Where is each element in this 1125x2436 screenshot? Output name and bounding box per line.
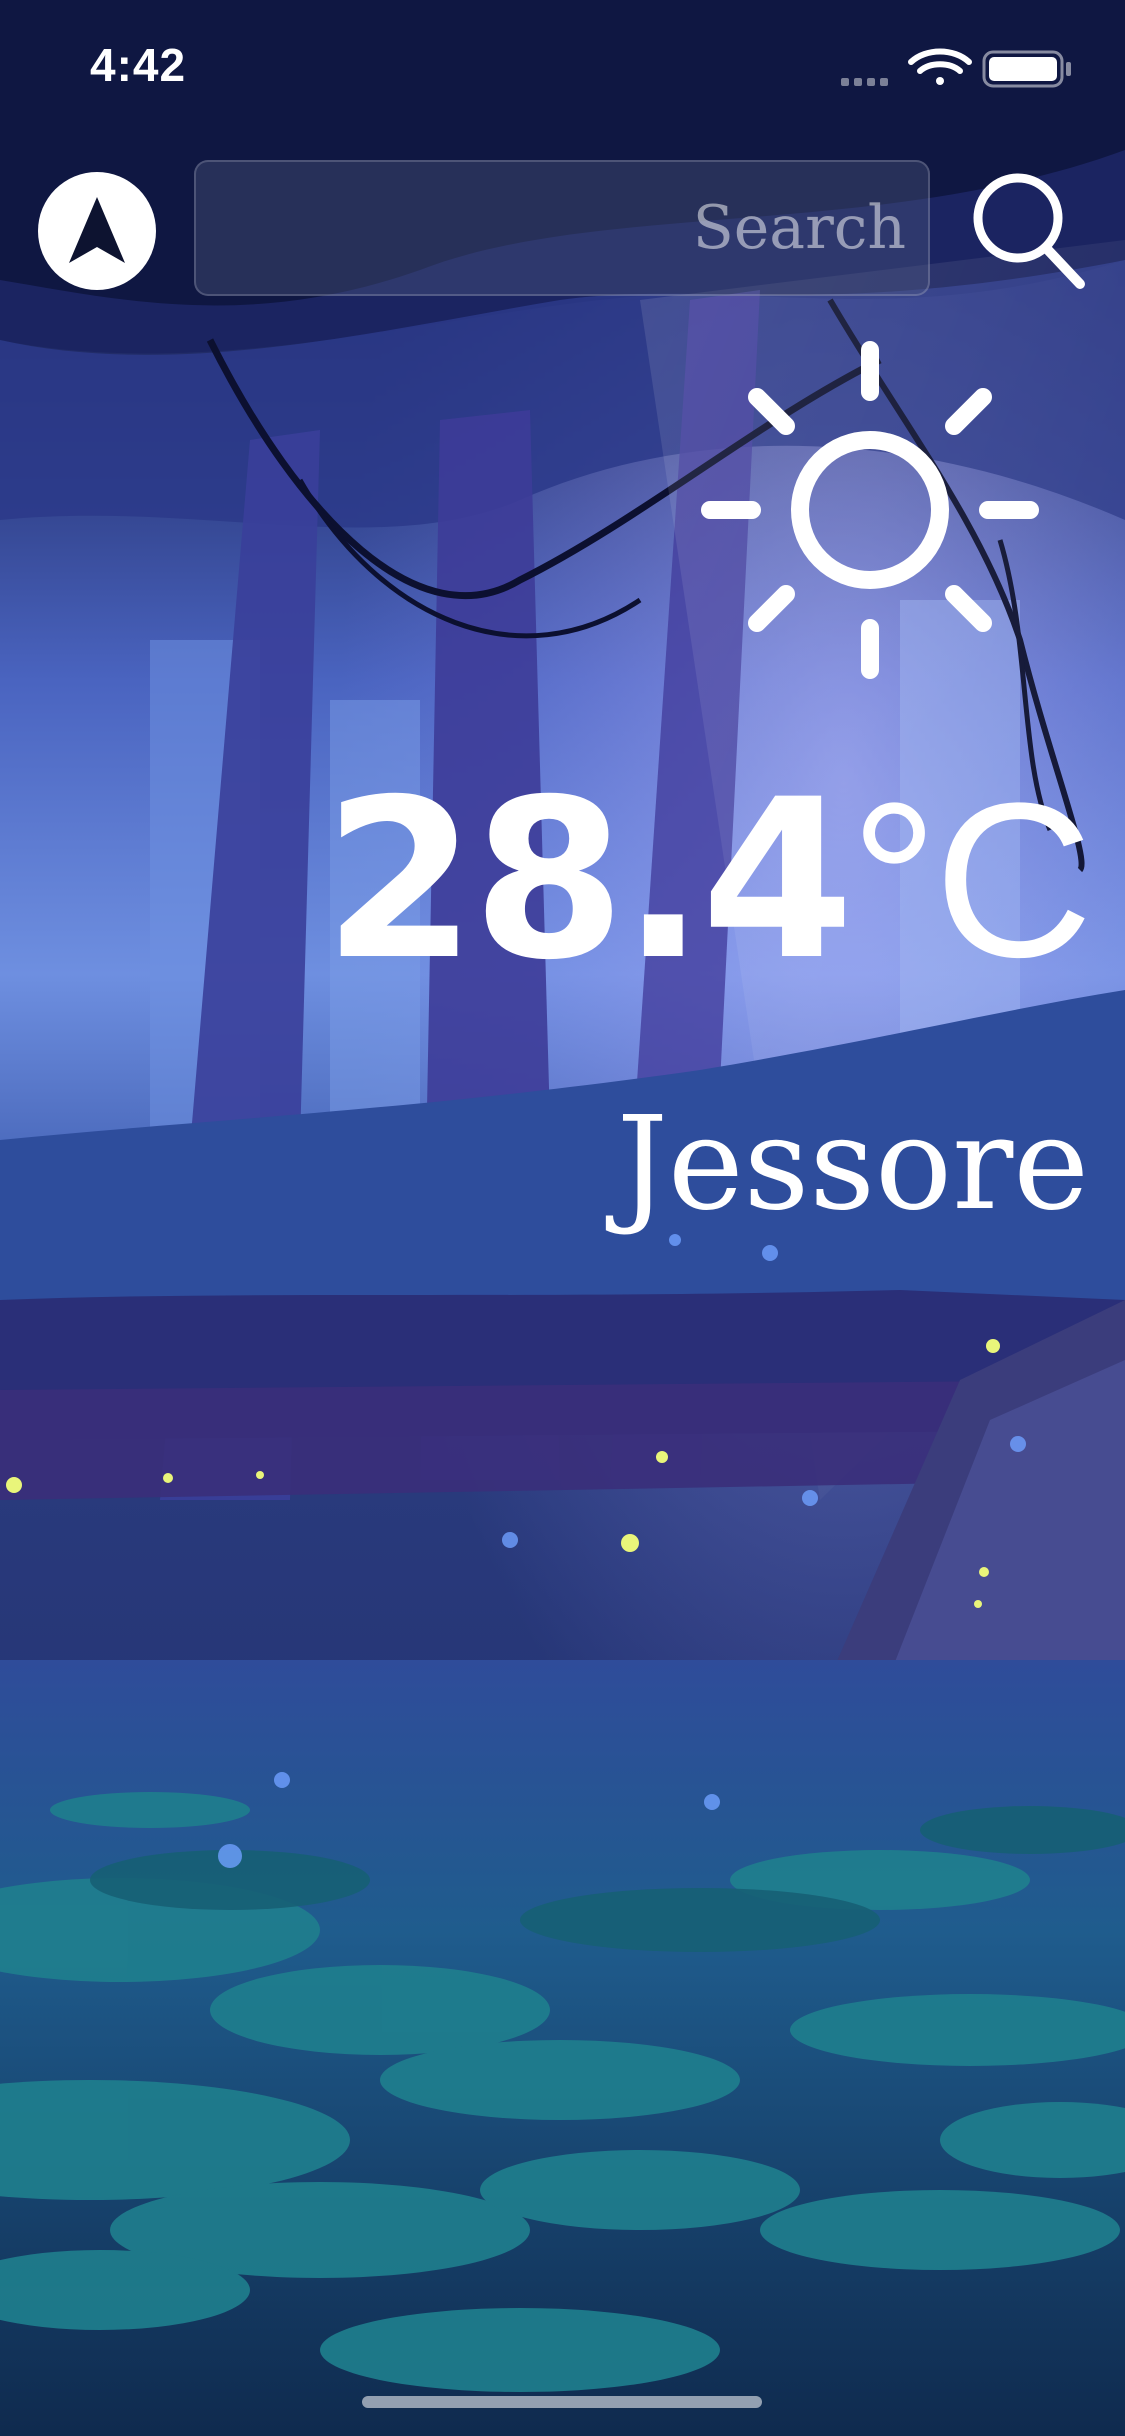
temperature-unit: °C [850, 757, 1093, 1003]
cellular-signal-icon [841, 78, 888, 86]
temperature-display: 28.4°C [323, 770, 1093, 990]
search-button[interactable] [968, 168, 1088, 292]
sun-icon [701, 341, 1039, 679]
status-bar-icons [841, 48, 1071, 88]
current-location-button[interactable] [38, 172, 156, 290]
search-input[interactable] [194, 160, 930, 296]
temperature-value: 28.4 [323, 752, 854, 1008]
search-icon [973, 173, 1085, 289]
navigation-arrow-icon [69, 197, 125, 263]
battery-icon [982, 50, 1071, 88]
wifi-icon [908, 48, 972, 85]
city-name: Jessore [616, 1090, 1089, 1239]
status-bar-time: 4:42 [90, 39, 187, 91]
home-indicator[interactable] [362, 2396, 762, 2408]
weather-screen: 4:42 Search 28.4°C Jessore [0, 0, 1125, 2436]
